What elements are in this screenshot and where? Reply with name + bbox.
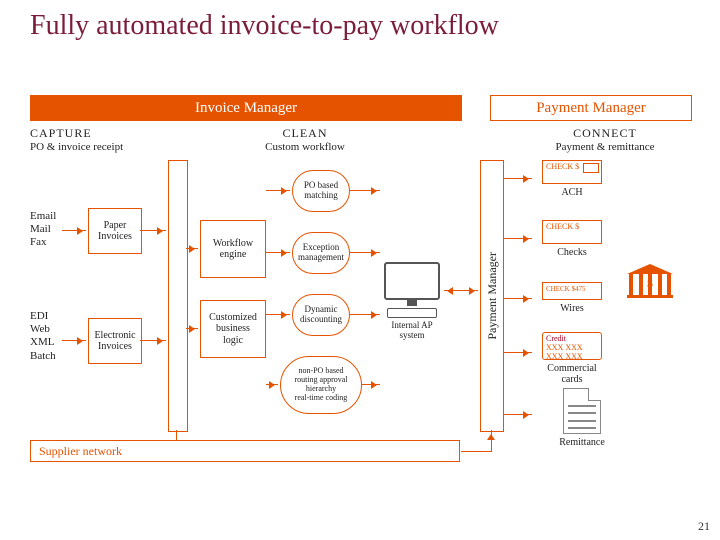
arrow-icon: [186, 248, 198, 249]
slide-title: Fully automated invoice-to-pay workflow: [30, 10, 499, 42]
col-clean: CLEAN Custom workflow: [240, 126, 370, 153]
arrow-icon: [362, 384, 380, 385]
section-invoice-manager: Invoice Manager: [30, 95, 462, 121]
section-payment-manager: Payment Manager: [490, 95, 692, 121]
arrow-icon: [350, 252, 380, 253]
cheque-icon: CHECK $: [542, 220, 602, 244]
arrow-icon: [350, 190, 380, 191]
pay-ach: CHECK $ ACH: [536, 160, 608, 198]
supplier-network: Supplier network: [30, 440, 460, 462]
workflow-bar: [168, 160, 188, 432]
cheque-icon: CHECK $475: [542, 282, 602, 300]
arrowhead-icon: [487, 430, 495, 440]
col-capture: CAPTURE PO & invoice receipt: [30, 126, 150, 153]
monitor-icon: [384, 262, 440, 300]
capture-sources-paper: Email Mail Fax: [30, 210, 56, 250]
arrow-icon: [350, 314, 380, 315]
arrow-icon: [62, 340, 86, 341]
arrow-icon: [140, 230, 166, 231]
pay-wires-bank: $: [614, 264, 686, 298]
arrow-icon: [266, 314, 290, 315]
node-po-matching: PO based matching: [292, 170, 350, 212]
arrow-icon: [266, 384, 278, 385]
arrow-icon: [504, 238, 532, 239]
cheque-icon: CHECK $: [542, 160, 602, 184]
customized-business-logic: Customized business logic: [200, 300, 266, 358]
arrow-icon: [266, 190, 290, 191]
internal-ap-system: Internal AP system: [382, 262, 442, 341]
arrow-icon: [504, 178, 532, 179]
pay-checks: CHECK $ Checks: [536, 220, 608, 258]
pay-cards: Credit XXX XXX XXX XXX Commercial cards: [536, 332, 608, 385]
arrow-icon: [186, 328, 198, 329]
pay-remittance: Remittance: [546, 388, 618, 448]
arrow-icon: [504, 414, 532, 415]
node-discounting: Dynamic discounting: [292, 294, 350, 336]
pay-wires-cheque: CHECK $475 Wires: [536, 282, 608, 314]
col-connect: CONNECT Payment & remittance: [535, 126, 675, 153]
connector: [176, 430, 177, 440]
capture-box-electronic: Electronic Invoices: [88, 318, 142, 364]
arrow-icon: [62, 230, 86, 231]
keyboard-icon: [387, 308, 437, 318]
node-exception: Exception management: [292, 232, 350, 274]
bank-icon: $: [627, 264, 673, 298]
arrow-icon: [504, 352, 532, 353]
double-arrow-icon: [444, 290, 478, 291]
arrow-icon: [140, 340, 166, 341]
arrow-icon: [266, 252, 290, 253]
payment-manager-bar: Payment Manager: [480, 160, 504, 432]
workflow-engine: Workflow engine: [200, 220, 266, 278]
capture-sources-electronic: EDI Web XML Batch: [30, 310, 56, 363]
node-nonpo: non-PO based routing approval hierarchy …: [280, 356, 362, 414]
capture-box-paper: Paper Invoices: [88, 208, 142, 254]
connector: [461, 451, 491, 452]
document-icon: [563, 388, 601, 434]
arrow-icon: [504, 298, 532, 299]
credit-card-icon: Credit XXX XXX XXX XXX: [542, 332, 602, 360]
page-number: 21: [698, 519, 710, 534]
